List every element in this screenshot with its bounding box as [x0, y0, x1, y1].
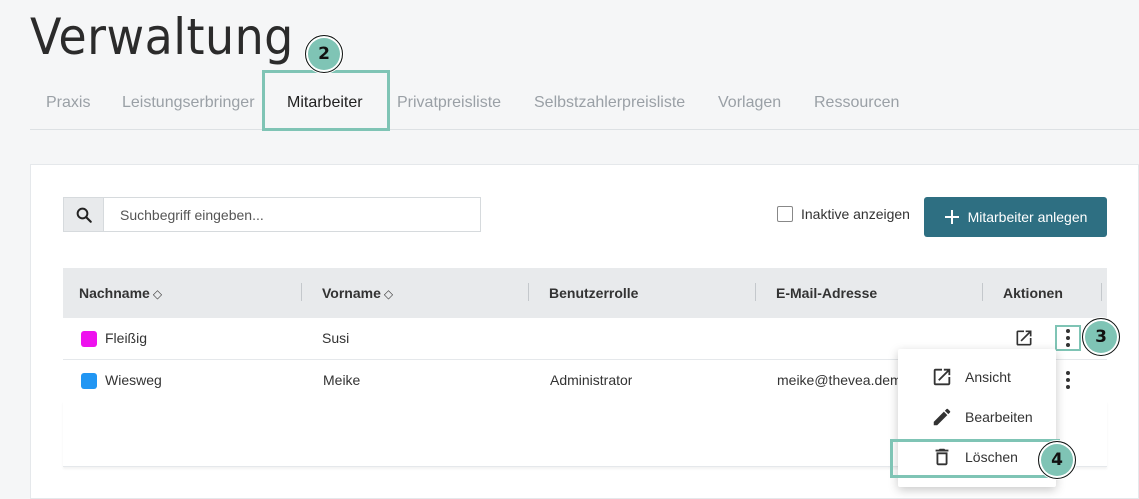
- page-title: Verwaltung: [30, 8, 294, 66]
- add-employee-label: Mitarbeiter anlegen: [967, 209, 1088, 225]
- row-actions-menu-button[interactable]: [1055, 325, 1081, 351]
- step-marker: 2: [305, 35, 343, 73]
- color-swatch: [81, 331, 97, 347]
- column-divider[interactable]: [528, 283, 529, 301]
- open-external-icon[interactable]: [1014, 328, 1034, 348]
- header-nachname[interactable]: Nachname ◇: [79, 285, 162, 301]
- open-external-icon: [933, 368, 951, 386]
- header-vorname-label: Vorname: [322, 285, 381, 301]
- tab-bar: Praxis Leistungserbringer Mitarbeiter Pr…: [30, 80, 1139, 130]
- plus-icon: [944, 210, 959, 224]
- color-swatch: [81, 373, 97, 389]
- tab-ressourcen[interactable]: Ressourcen: [814, 94, 899, 112]
- tutorial-highlight: [890, 439, 1060, 478]
- tab-leistungserbringer[interactable]: Leistungserbringer: [122, 94, 255, 112]
- header-nachname-label: Nachname: [79, 285, 150, 301]
- header-email: E-Mail-Adresse: [776, 285, 878, 301]
- sort-icon: ◇: [383, 287, 394, 301]
- tab-selbstzahlerpreisliste[interactable]: Selbstzahlerpreisliste: [534, 94, 685, 112]
- menu-item-bearbeiten[interactable]: Bearbeiten: [898, 397, 1056, 437]
- search-input[interactable]: [103, 197, 481, 232]
- cell-nachname: Fleißig: [105, 330, 148, 346]
- column-divider[interactable]: [982, 283, 983, 301]
- header-rolle: Benutzerrolle: [549, 285, 639, 301]
- inactive-label: Inaktive anzeigen: [801, 206, 910, 222]
- menu-item-ansicht[interactable]: Ansicht: [898, 357, 1056, 397]
- inactive-checkbox[interactable]: [777, 206, 793, 222]
- step-marker: 3: [1082, 318, 1120, 356]
- tab-praxis[interactable]: Praxis: [46, 94, 90, 112]
- pencil-icon: [933, 408, 951, 426]
- sort-icon: ◇: [152, 287, 163, 301]
- tab-privatpreisliste[interactable]: Privatpreisliste: [397, 94, 501, 112]
- tutorial-highlight: [262, 70, 390, 131]
- search-button[interactable]: [63, 197, 104, 232]
- tab-vorlagen[interactable]: Vorlagen: [718, 94, 781, 112]
- cell-vorname: Meike: [323, 372, 361, 388]
- cell-nachname: Wiesweg: [105, 372, 162, 388]
- header-aktionen: Aktionen: [1003, 285, 1063, 301]
- step-marker: 4: [1038, 441, 1076, 479]
- column-divider[interactable]: [1101, 283, 1102, 301]
- header-vorname[interactable]: Vorname ◇: [322, 285, 393, 301]
- add-employee-button[interactable]: Mitarbeiter anlegen: [924, 197, 1107, 237]
- cell-vorname: Susi: [322, 330, 350, 346]
- menu-item-label: Bearbeiten: [965, 409, 1033, 425]
- search-icon: [76, 207, 92, 223]
- cell-email: meike@thevea.dem: [777, 372, 898, 388]
- inactive-filter[interactable]: Inaktive anzeigen: [777, 206, 910, 222]
- cell-rolle: Administrator: [550, 372, 633, 388]
- row-actions-menu-button[interactable]: [1055, 367, 1081, 393]
- column-divider[interactable]: [301, 283, 302, 301]
- column-divider[interactable]: [755, 283, 756, 301]
- table-header: Nachname ◇ Vorname ◇ Benutzerrolle E-Mail-…: [63, 268, 1107, 318]
- menu-item-label: Ansicht: [965, 369, 1011, 385]
